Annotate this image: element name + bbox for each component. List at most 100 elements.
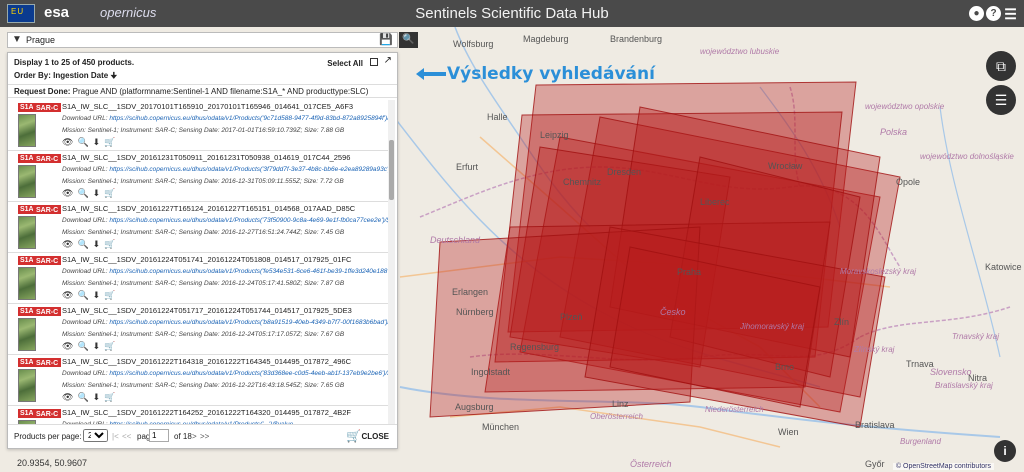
download-icon[interactable]: ⬇ bbox=[93, 392, 105, 402]
download-url-line: Download URL: https://scihub.copernicus.… bbox=[62, 370, 388, 377]
place-label: Linz bbox=[612, 399, 629, 409]
cart-add-icon[interactable]: 🛒 bbox=[104, 188, 119, 198]
item-actions: 👁🔍⬇🛒 bbox=[62, 137, 119, 148]
quicklook-thumbnail[interactable] bbox=[18, 165, 36, 198]
per-page-select[interactable]: 25 bbox=[83, 429, 108, 442]
result-item[interactable]: S1A SAR-C S1A_IW_SLC__1SDV_20161224T0517… bbox=[8, 253, 388, 304]
place-label: Leipzig bbox=[540, 130, 569, 140]
filter-icon[interactable]: ▼ bbox=[12, 34, 22, 45]
results-list[interactable]: S1A SAR-C S1A_IW_SLC__1SDV_20170101T1659… bbox=[8, 100, 388, 425]
download-icon[interactable]: ⬇ bbox=[93, 239, 105, 249]
product-name[interactable]: S1A_IW_SLC__1SDV_20161224T051717_2016122… bbox=[62, 306, 352, 315]
page-input[interactable] bbox=[149, 429, 169, 442]
cart-add-icon[interactable]: 🛒 bbox=[104, 290, 119, 300]
zoom-icon[interactable]: 🔍 bbox=[77, 341, 92, 351]
app-title: Sentinels Scientific Data Hub bbox=[415, 5, 609, 22]
zoom-icon[interactable]: 🔍 bbox=[77, 188, 92, 198]
order-by[interactable]: Order By: Ingestion Date 🠋 bbox=[14, 70, 117, 84]
search-bar: ▼ 💾 bbox=[7, 32, 398, 48]
download-icon[interactable]: ⬇ bbox=[93, 290, 105, 300]
download-icon[interactable]: ⬇ bbox=[93, 137, 105, 147]
zoom-icon[interactable]: 🔍 bbox=[77, 290, 92, 300]
checkbox-icon[interactable] bbox=[370, 58, 378, 66]
quicklook-thumbnail[interactable] bbox=[18, 114, 36, 147]
scrollbar[interactable] bbox=[388, 100, 395, 425]
place-label: Wien bbox=[778, 427, 799, 437]
results-header: Display 1 to 25 of 450 products. Order B… bbox=[8, 53, 397, 81]
place-label: Erlangen bbox=[452, 287, 489, 297]
next-page-button[interactable]: > bbox=[192, 432, 197, 441]
view-icon[interactable]: 👁 bbox=[62, 137, 77, 147]
place-label: Győr bbox=[865, 459, 885, 469]
product-name[interactable]: S1A_IW_SLC__1SDV_20161222T164252_2016122… bbox=[62, 408, 351, 417]
result-item[interactable]: S1A SAR-C S1A_IW_SLC__1SDV_20161231T0509… bbox=[8, 151, 388, 202]
scrollbar-thumb[interactable] bbox=[389, 140, 394, 200]
quicklook-thumbnail[interactable] bbox=[18, 267, 36, 300]
zoom-icon[interactable]: 🔍 bbox=[77, 239, 92, 249]
quicklook-thumbnail[interactable] bbox=[18, 369, 36, 402]
download-link[interactable]: https://scihub.copernicus.eu/dhus/odata/… bbox=[109, 268, 388, 275]
help-icon[interactable]: ? bbox=[986, 6, 1001, 21]
user-icon[interactable]: ● bbox=[969, 6, 984, 21]
product-name[interactable]: S1A_IW_SLC__1SDV_20161231T050911_2016123… bbox=[62, 153, 350, 162]
place-label: München bbox=[482, 422, 520, 432]
cart-add-icon[interactable]: 🛒 bbox=[104, 341, 119, 351]
result-item[interactable]: S1A SAR-C S1A_IW_SLC__1SDV_20161222T1642… bbox=[8, 406, 388, 425]
expand-icon[interactable]: ↗ bbox=[384, 55, 392, 66]
last-page-button[interactable]: >> bbox=[200, 432, 209, 441]
view-icon[interactable]: 👁 bbox=[62, 392, 77, 402]
view-icon[interactable]: 👁 bbox=[62, 290, 77, 300]
result-item[interactable]: S1A SAR-C S1A_IW_SLC__1SDV_20170101T1659… bbox=[8, 100, 388, 151]
result-item[interactable]: S1A SAR-C S1A_IW_SLC__1SDV_20161222T1643… bbox=[8, 355, 388, 406]
search-input[interactable] bbox=[26, 34, 366, 46]
download-icon[interactable]: ⬇ bbox=[93, 188, 105, 198]
download-link[interactable]: https://scihub.copernicus.eu/dhus/odata/… bbox=[109, 115, 388, 122]
cart-icon[interactable]: 🛒 bbox=[346, 429, 361, 443]
sensor-badge: SAR-C bbox=[33, 307, 62, 316]
arrow-left-icon bbox=[416, 68, 446, 80]
close-button[interactable]: CLOSE bbox=[361, 432, 389, 441]
first-page-button[interactable]: |< bbox=[112, 432, 119, 441]
place-label: Wolfsburg bbox=[453, 39, 494, 49]
prev-page-button[interactable]: << bbox=[122, 432, 131, 441]
country-label: Polska bbox=[880, 127, 908, 137]
map-attribution[interactable]: © OpenStreetMap contributors bbox=[892, 463, 994, 470]
place-label: Zlín bbox=[834, 317, 850, 327]
product-name[interactable]: S1A_IW_SLC__1SDV_20161227T165124_2016122… bbox=[62, 204, 355, 213]
info-icon[interactable]: i bbox=[994, 440, 1016, 462]
cart-add-icon[interactable]: 🛒 bbox=[104, 239, 119, 249]
region-label: Jihomoravský kraj bbox=[740, 322, 805, 331]
download-link[interactable]: https://scihub.copernicus.eu/dhus/odata/… bbox=[109, 166, 388, 173]
zoom-icon[interactable]: 🔍 bbox=[77, 392, 92, 402]
select-all-button[interactable]: Select All bbox=[327, 59, 363, 68]
item-actions: 👁🔍⬇🛒 bbox=[62, 392, 119, 403]
download-url-line: Download URL: https://scihub.copernicus.… bbox=[62, 319, 388, 326]
product-meta: Mission: Sentinel-1; Instrument: SAR-C; … bbox=[62, 229, 345, 236]
download-link[interactable]: https://scihub.copernicus.eu/dhus/odata/… bbox=[109, 319, 388, 326]
hamburger-menu-icon[interactable]: ☰ bbox=[1003, 7, 1018, 22]
quicklook-thumbnail[interactable] bbox=[18, 318, 36, 351]
cart-add-icon[interactable]: 🛒 bbox=[104, 137, 119, 147]
download-link[interactable]: https://scihub.copernicus.eu/dhus/odata/… bbox=[109, 217, 388, 224]
search-button[interactable]: 🔍 bbox=[399, 32, 418, 48]
layers-icon[interactable]: ☰ bbox=[986, 85, 1016, 115]
copy-icon[interactable]: ⧉ bbox=[986, 51, 1016, 81]
product-name[interactable]: S1A_IW_SLC__1SDV_20170101T165910_2017010… bbox=[62, 102, 353, 111]
product-name[interactable]: S1A_IW_SLC__1SDV_20161222T164318_2016122… bbox=[62, 357, 351, 366]
cart-add-icon[interactable]: 🛒 bbox=[104, 392, 119, 402]
view-icon[interactable]: 👁 bbox=[62, 239, 77, 249]
floppy-disk-icon[interactable]: 💾 bbox=[379, 33, 393, 46]
sensor-badge: SAR-C bbox=[33, 256, 62, 265]
view-icon[interactable]: 👁 bbox=[62, 341, 77, 351]
annotation-label: Výsledky vyhledávání bbox=[447, 64, 655, 84]
product-name[interactable]: S1A_IW_SLC__1SDV_20161224T051741_2016122… bbox=[62, 255, 351, 264]
download-link[interactable]: https://scihub.copernicus.eu/dhus/odata/… bbox=[109, 370, 388, 377]
result-item[interactable]: S1A SAR-C S1A_IW_SLC__1SDV_20161227T1651… bbox=[8, 202, 388, 253]
view-icon[interactable]: 👁 bbox=[62, 188, 77, 198]
quicklook-thumbnail[interactable] bbox=[18, 216, 36, 249]
region-label: Moravskoslezský kraj bbox=[840, 267, 917, 276]
download-icon[interactable]: ⬇ bbox=[93, 341, 105, 351]
place-label: Ingolstadt bbox=[471, 367, 511, 377]
result-item[interactable]: S1A SAR-C S1A_IW_SLC__1SDV_20161224T0517… bbox=[8, 304, 388, 355]
zoom-icon[interactable]: 🔍 bbox=[77, 137, 92, 147]
